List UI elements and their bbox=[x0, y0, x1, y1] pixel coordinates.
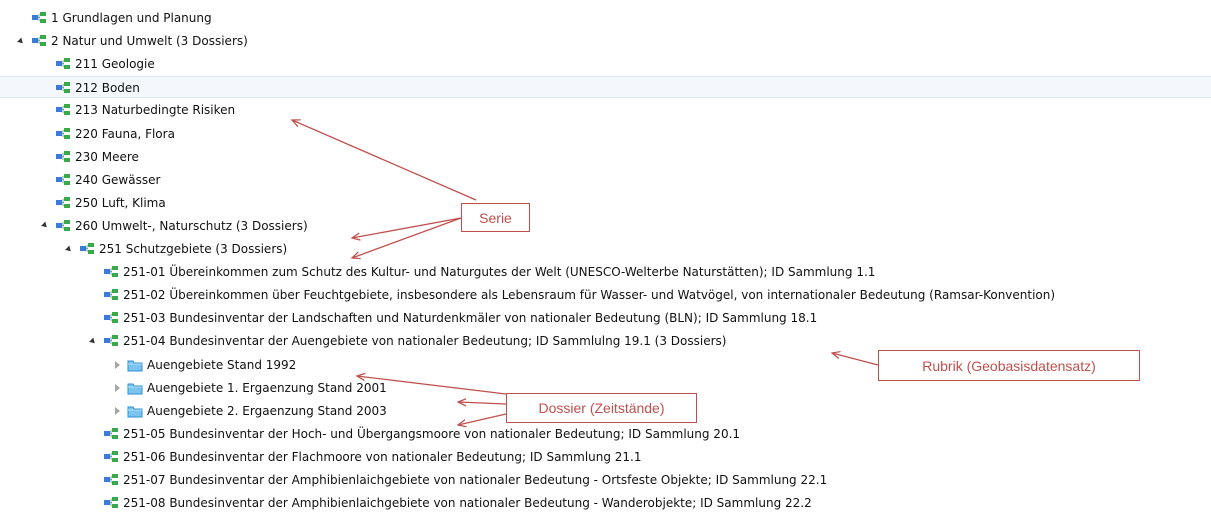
annotation-arrows bbox=[0, 0, 879, 529]
serie-callout: Serie bbox=[461, 203, 530, 232]
rubrik-callout: Rubrik (Geobasisdatensatz) bbox=[878, 350, 1140, 381]
serie-arrow-3 bbox=[352, 217, 462, 258]
dossier-arrow-1 bbox=[357, 376, 507, 395]
serie-arrow-1 bbox=[292, 120, 477, 201]
rubrik-arrow bbox=[832, 353, 879, 366]
serie-arrow-2 bbox=[352, 217, 462, 238]
dossier-arrow-3 bbox=[458, 413, 507, 425]
dossier-callout: Dossier (Zeitstände) bbox=[506, 393, 697, 423]
dossier-arrow-2 bbox=[458, 402, 507, 404]
